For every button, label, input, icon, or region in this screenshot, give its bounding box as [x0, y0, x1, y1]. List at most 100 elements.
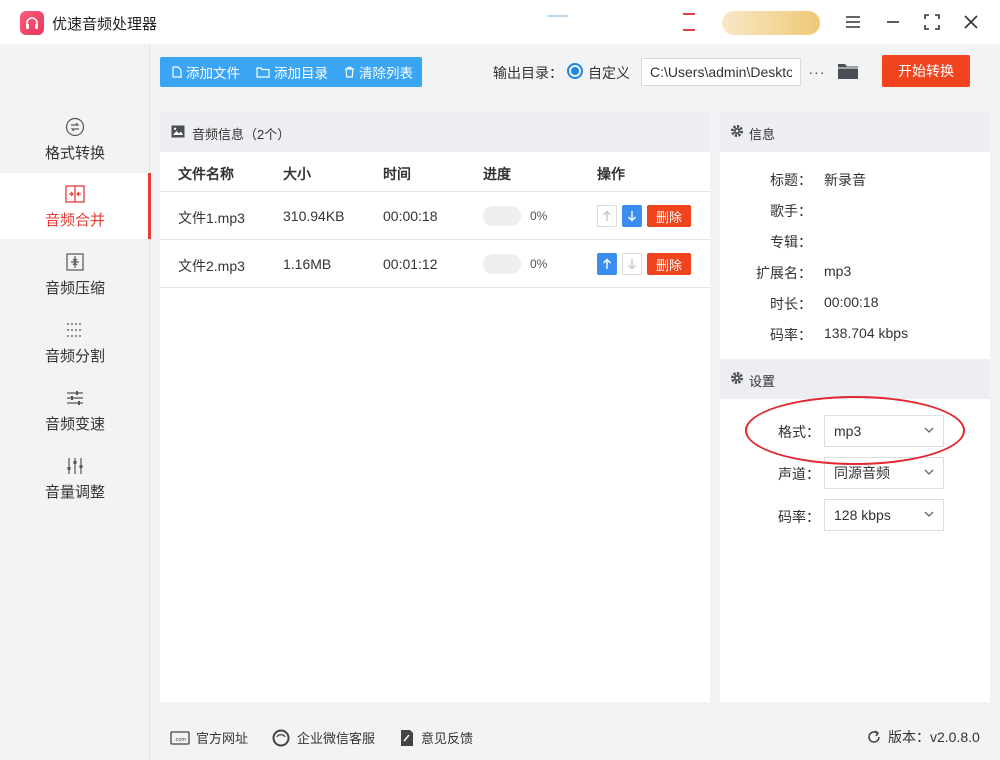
version-info: 版本：v2.0.8.0 [866, 727, 980, 747]
arrow-down-icon [628, 259, 636, 270]
table-row[interactable]: 文件2.mp3 1.16MB 00:01:12 0% 删除 [160, 240, 710, 288]
titlebar-decoration [683, 13, 695, 31]
column-header: 操作 [597, 166, 625, 182]
info-section-title: 信息 [749, 127, 776, 142]
table-header-row: 文件名称 大小 时间 进度 操作 [160, 152, 710, 192]
info-value: 新录音 [824, 172, 866, 188]
app-logo-icon [20, 11, 44, 35]
channel-label: 声道： [778, 466, 820, 482]
split-icon [65, 319, 85, 341]
info-value: mp3 [824, 263, 852, 279]
progress-bar [483, 254, 521, 274]
add-file-button[interactable]: 添加文件 [172, 57, 240, 87]
speed-icon [65, 387, 85, 409]
menu-icon[interactable] [839, 9, 867, 35]
bitrate-value: 128 kbps [834, 507, 891, 523]
move-down-button[interactable] [622, 205, 642, 227]
info-row-album: 专辑： [720, 232, 990, 252]
feedback-icon [401, 729, 413, 746]
file-list-title: 音频信息（2个） [192, 127, 291, 142]
info-label: 扩展名： [756, 265, 812, 281]
column-header: 大小 [283, 166, 311, 182]
sidebar-item-format-convert[interactable]: 格式转换 [0, 106, 150, 172]
image-icon [171, 125, 185, 138]
start-convert-button[interactable]: 开始转换 [882, 55, 970, 87]
arrow-up-icon [603, 258, 611, 269]
sidebar-item-label: 音频分割 [44, 347, 105, 365]
title-bar: 优速音频处理器 [0, 0, 1000, 44]
close-icon[interactable] [957, 9, 985, 35]
settings-section-header: 设置 [720, 359, 990, 399]
add-directory-button[interactable]: 添加目录 [256, 57, 328, 87]
add-directory-label: 添加目录 [274, 66, 328, 81]
info-label: 码率： [770, 327, 812, 343]
clear-list-label: 清除列表 [359, 66, 413, 81]
format-select[interactable]: mp3 [824, 415, 944, 447]
feedback-link[interactable]: 意见反馈 [399, 728, 473, 747]
maximize-icon[interactable] [918, 9, 946, 35]
sidebar-item-label: 格式转换 [44, 144, 105, 162]
details-panel: 信息 标题： 新录音 歌手： 专辑： 扩展名： mp3 时长： 00:00:18… [720, 112, 990, 702]
sidebar-item-audio-merge[interactable]: 音频合并 [0, 173, 151, 239]
channel-value: 同源音频 [834, 465, 890, 481]
delete-button[interactable]: 删除 [647, 205, 691, 227]
info-label: 歌手： [770, 203, 812, 219]
browse-more-button[interactable]: ··· [806, 58, 828, 86]
sidebar-item-label: 音频压缩 [44, 279, 105, 297]
feedback-label: 意见反馈 [421, 731, 474, 746]
sidebar-item-volume-adjust[interactable]: 音量调整 [0, 445, 150, 511]
app-title: 优速音频处理器 [52, 16, 158, 33]
gear-icon [731, 125, 743, 137]
merge-icon [64, 183, 86, 205]
bitrate-label: 码率： [778, 509, 820, 525]
file-list-panel: 音频信息（2个） 文件名称 大小 时间 进度 操作 文件1.mp3 310.94… [160, 112, 710, 702]
minimize-icon[interactable] [879, 9, 907, 35]
sidebar-item-audio-speed[interactable]: 音频变速 [0, 377, 150, 443]
progress-percent: 0% [530, 209, 548, 223]
file-duration: 00:00:18 [383, 208, 438, 224]
info-value: 00:00:18 [824, 294, 879, 310]
settings-section-title: 设置 [749, 374, 776, 389]
move-up-button[interactable] [597, 253, 617, 275]
column-header: 时间 [383, 166, 411, 182]
official-website-label: 官方网址 [196, 731, 249, 746]
output-path-input[interactable] [641, 58, 801, 86]
add-file-label: 添加文件 [186, 66, 240, 81]
table-row[interactable]: 文件1.mp3 310.94KB 00:00:18 0% 删除 [160, 192, 710, 240]
delete-button[interactable]: 删除 [647, 253, 691, 275]
sidebar-item-audio-compress[interactable]: 音频压缩 [0, 241, 150, 307]
wechat-support-link[interactable]: 企业微信客服 [271, 728, 375, 747]
sidebar-item-label: 音量调整 [44, 483, 105, 501]
website-icon: .com [170, 730, 190, 745]
info-value: 138.704 kbps [824, 325, 909, 341]
move-up-button[interactable] [597, 205, 617, 227]
progress-percent: 0% [530, 257, 548, 271]
sidebar-item-label: 音频变速 [44, 415, 105, 433]
info-row-extension: 扩展名： mp3 [720, 263, 990, 283]
wechat-support-label: 企业微信客服 [297, 731, 376, 746]
open-folder-icon[interactable] [836, 60, 860, 84]
bitrate-select[interactable]: 128 kbps [824, 499, 944, 531]
file-icon [172, 66, 182, 78]
chevron-down-icon [924, 427, 934, 433]
clear-list-button[interactable]: 清除列表 [344, 57, 413, 87]
trash-icon [345, 66, 354, 78]
custom-dir-label[interactable]: 自定义 [588, 63, 630, 83]
column-header: 进度 [483, 166, 511, 182]
info-row-artist: 歌手： [720, 201, 990, 221]
vip-badge[interactable] [722, 11, 820, 35]
official-website-link[interactable]: .com 官方网址 [170, 728, 248, 747]
move-down-button[interactable] [622, 253, 642, 275]
folder-icon [256, 67, 270, 78]
info-section-header: 信息 [720, 112, 990, 152]
info-label: 时长： [770, 296, 812, 312]
file-size: 1.16MB [283, 256, 332, 272]
file-duration: 00:01:12 [383, 256, 438, 272]
info-row-duration: 时长： 00:00:18 [720, 294, 990, 314]
channel-select[interactable]: 同源音频 [824, 457, 944, 489]
arrow-down-icon [628, 211, 636, 222]
format-convert-icon [65, 116, 85, 138]
custom-dir-radio[interactable] [567, 63, 583, 79]
sidebar-item-audio-split[interactable]: 音频分割 [0, 309, 150, 375]
info-row-bitrate: 码率： 138.704 kbps [720, 325, 990, 345]
